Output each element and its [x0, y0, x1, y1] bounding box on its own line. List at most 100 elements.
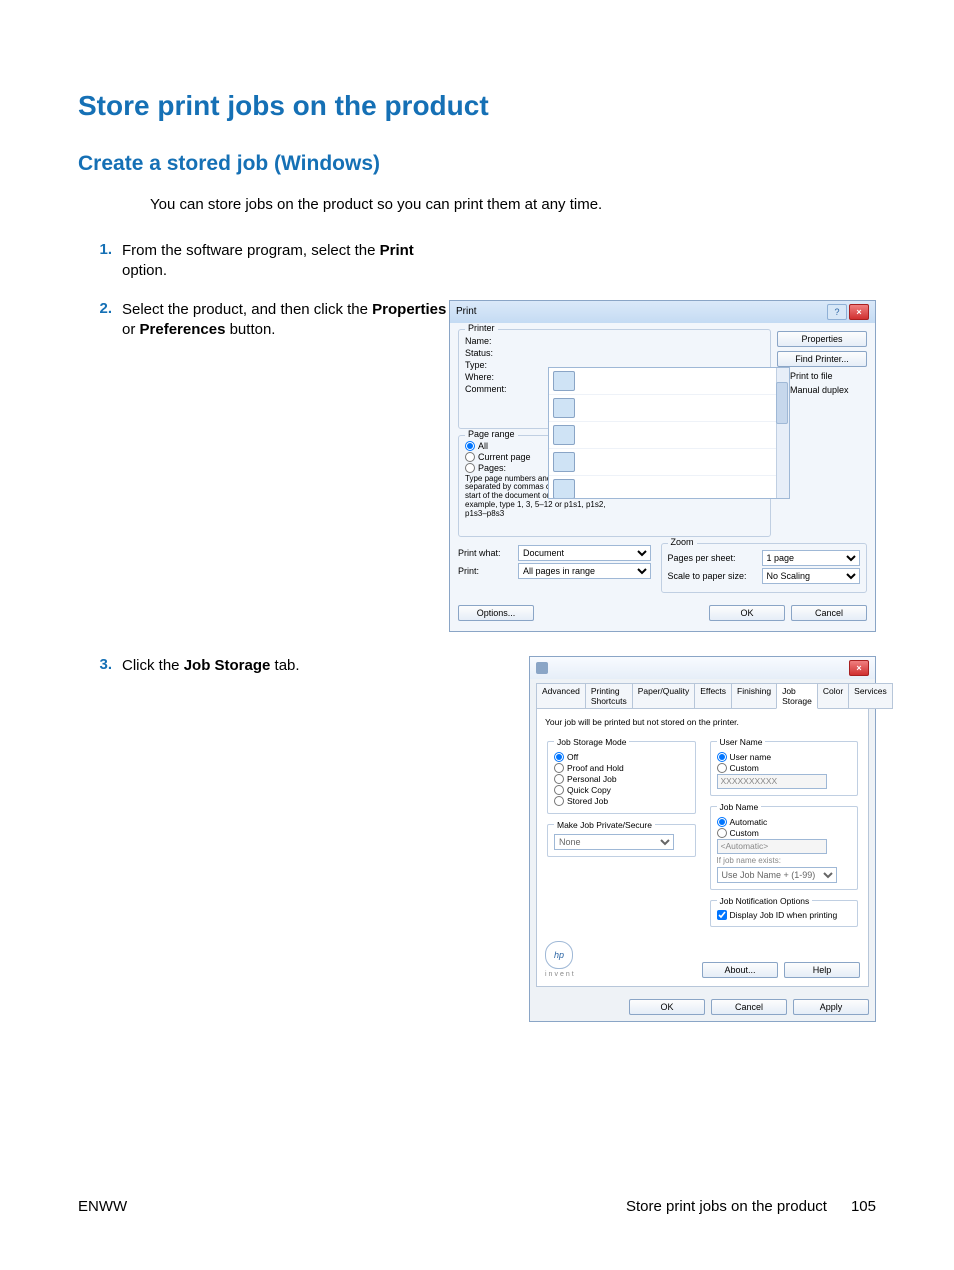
mode-quick-radio[interactable]	[554, 785, 564, 795]
tab-effects[interactable]: Effects	[694, 683, 732, 709]
printer-icon	[553, 398, 575, 418]
hp-logo-icon: hp	[545, 941, 573, 969]
job-custom-label: Custom	[730, 828, 759, 838]
user-name-label: User name	[730, 752, 772, 762]
tab-color[interactable]: Color	[817, 683, 849, 709]
printer-icon	[553, 371, 575, 391]
pages-per-sheet-label: Pages per sheet:	[668, 553, 758, 563]
printer-icon	[553, 452, 575, 472]
job-auto-radio[interactable]	[717, 817, 727, 827]
print-label: Print:	[458, 566, 514, 576]
printer-group-label: Printer	[465, 323, 498, 333]
text: button.	[225, 321, 275, 338]
print-what-select[interactable]: Document	[518, 545, 651, 561]
text: Select the product, and then click the	[122, 301, 372, 318]
printer-dropdown-list[interactable]	[548, 367, 790, 499]
text: From the software program, select the	[122, 242, 380, 259]
bold-job-storage: Job Storage	[184, 657, 271, 674]
tab-job-storage[interactable]: Job Storage	[776, 683, 818, 709]
tab-paper-quality[interactable]: Paper/Quality	[632, 683, 696, 709]
step-2: 2. Select the product, and then click th…	[78, 300, 876, 632]
user-group-label: User Name	[717, 737, 766, 747]
comment-label: Comment:	[465, 384, 513, 394]
pages-radio[interactable]	[465, 463, 475, 473]
job-auto-label: Automatic	[730, 817, 768, 827]
scrollbar[interactable]	[776, 368, 789, 498]
printer-icon	[553, 425, 575, 445]
display-id-checkbox[interactable]	[717, 910, 727, 920]
job-name-input[interactable]	[717, 839, 827, 854]
text: tab.	[270, 657, 299, 674]
print-dialog: Print ? × Printer Name: Status: T	[449, 300, 876, 632]
user-custom-label: Custom	[730, 763, 759, 773]
secure-group-label: Make Job Private/Secure	[554, 820, 655, 830]
mode-stored-label: Stored Job	[567, 796, 608, 806]
step-number: 1.	[78, 241, 122, 258]
step-number: 2.	[78, 300, 122, 317]
exists-select[interactable]: Use Job Name + (1-99)	[717, 867, 837, 883]
tab-shortcuts[interactable]: Printing Shortcuts	[585, 683, 633, 709]
step-3: 3. Click the Job Storage tab. × Advanced…	[78, 656, 876, 1022]
ok-button[interactable]: OK	[709, 605, 785, 621]
user-name-radio[interactable]	[717, 752, 727, 762]
about-button[interactable]: About...	[702, 962, 778, 978]
help-button[interactable]: Help	[784, 962, 860, 978]
job-name-group-label: Job Name	[717, 802, 762, 812]
notif-group-label: Job Notification Options	[717, 896, 813, 906]
intro-text: You can store jobs on the product so you…	[150, 196, 876, 213]
mode-proof-label: Proof and Hold	[567, 763, 624, 773]
bold-properties: Properties	[372, 301, 446, 318]
text: option.	[122, 262, 167, 279]
options-button[interactable]: Options...	[458, 605, 534, 621]
section-title: Create a stored job (Windows)	[78, 152, 876, 176]
tab-services[interactable]: Services	[848, 683, 893, 709]
step-number: 3.	[78, 656, 122, 673]
current-label: Current page	[478, 452, 531, 462]
cancel-button[interactable]: Cancel	[711, 999, 787, 1015]
type-label: Type:	[465, 360, 513, 370]
manual-duplex-label: Manual duplex	[790, 385, 849, 395]
mode-personal-radio[interactable]	[554, 774, 564, 784]
apply-button[interactable]: Apply	[793, 999, 869, 1015]
page-range-label: Page range	[465, 429, 518, 439]
mode-off-radio[interactable]	[554, 752, 564, 762]
close-icon[interactable]: ×	[849, 660, 869, 676]
close-icon[interactable]: ×	[849, 304, 869, 320]
scale-label: Scale to paper size:	[668, 571, 758, 581]
user-name-input[interactable]	[717, 774, 827, 789]
print-what-label: Print what:	[458, 548, 514, 558]
description-text: Your job will be printed but not stored …	[545, 717, 860, 727]
pages-per-sheet-select[interactable]: 1 page	[762, 550, 861, 566]
footer-left: ENWW	[78, 1198, 127, 1215]
zoom-label: Zoom	[668, 537, 697, 547]
secure-select[interactable]: None	[554, 834, 674, 850]
properties-dialog: × Advanced Printing Shortcuts Paper/Qual…	[529, 656, 876, 1022]
find-printer-button[interactable]: Find Printer...	[777, 351, 867, 367]
page-number: 105	[851, 1198, 876, 1215]
exists-label: If job name exists:	[717, 856, 852, 865]
cancel-button[interactable]: Cancel	[791, 605, 867, 621]
all-label: All	[478, 441, 488, 451]
bold-print: Print	[380, 242, 414, 259]
tab-finishing[interactable]: Finishing	[731, 683, 777, 709]
all-radio[interactable]	[465, 441, 475, 451]
help-icon[interactable]: ?	[827, 304, 847, 320]
mode-stored-radio[interactable]	[554, 796, 564, 806]
footer-section-title: Store print jobs on the product	[626, 1198, 827, 1215]
properties-button[interactable]: Properties	[777, 331, 867, 347]
mode-quick-label: Quick Copy	[567, 785, 611, 795]
printer-icon	[553, 479, 575, 499]
mode-off-label: Off	[567, 752, 578, 762]
page-title: Store print jobs on the product	[78, 90, 876, 122]
user-custom-radio[interactable]	[717, 763, 727, 773]
job-custom-radio[interactable]	[717, 828, 727, 838]
name-label: Name:	[465, 336, 513, 346]
print-select[interactable]: All pages in range	[518, 563, 651, 579]
display-id-label: Display Job ID when printing	[730, 910, 838, 920]
mode-proof-radio[interactable]	[554, 763, 564, 773]
bold-preferences: Preferences	[140, 321, 226, 338]
tab-advanced[interactable]: Advanced	[536, 683, 586, 709]
scale-select[interactable]: No Scaling	[762, 568, 861, 584]
ok-button[interactable]: OK	[629, 999, 705, 1015]
current-radio[interactable]	[465, 452, 475, 462]
